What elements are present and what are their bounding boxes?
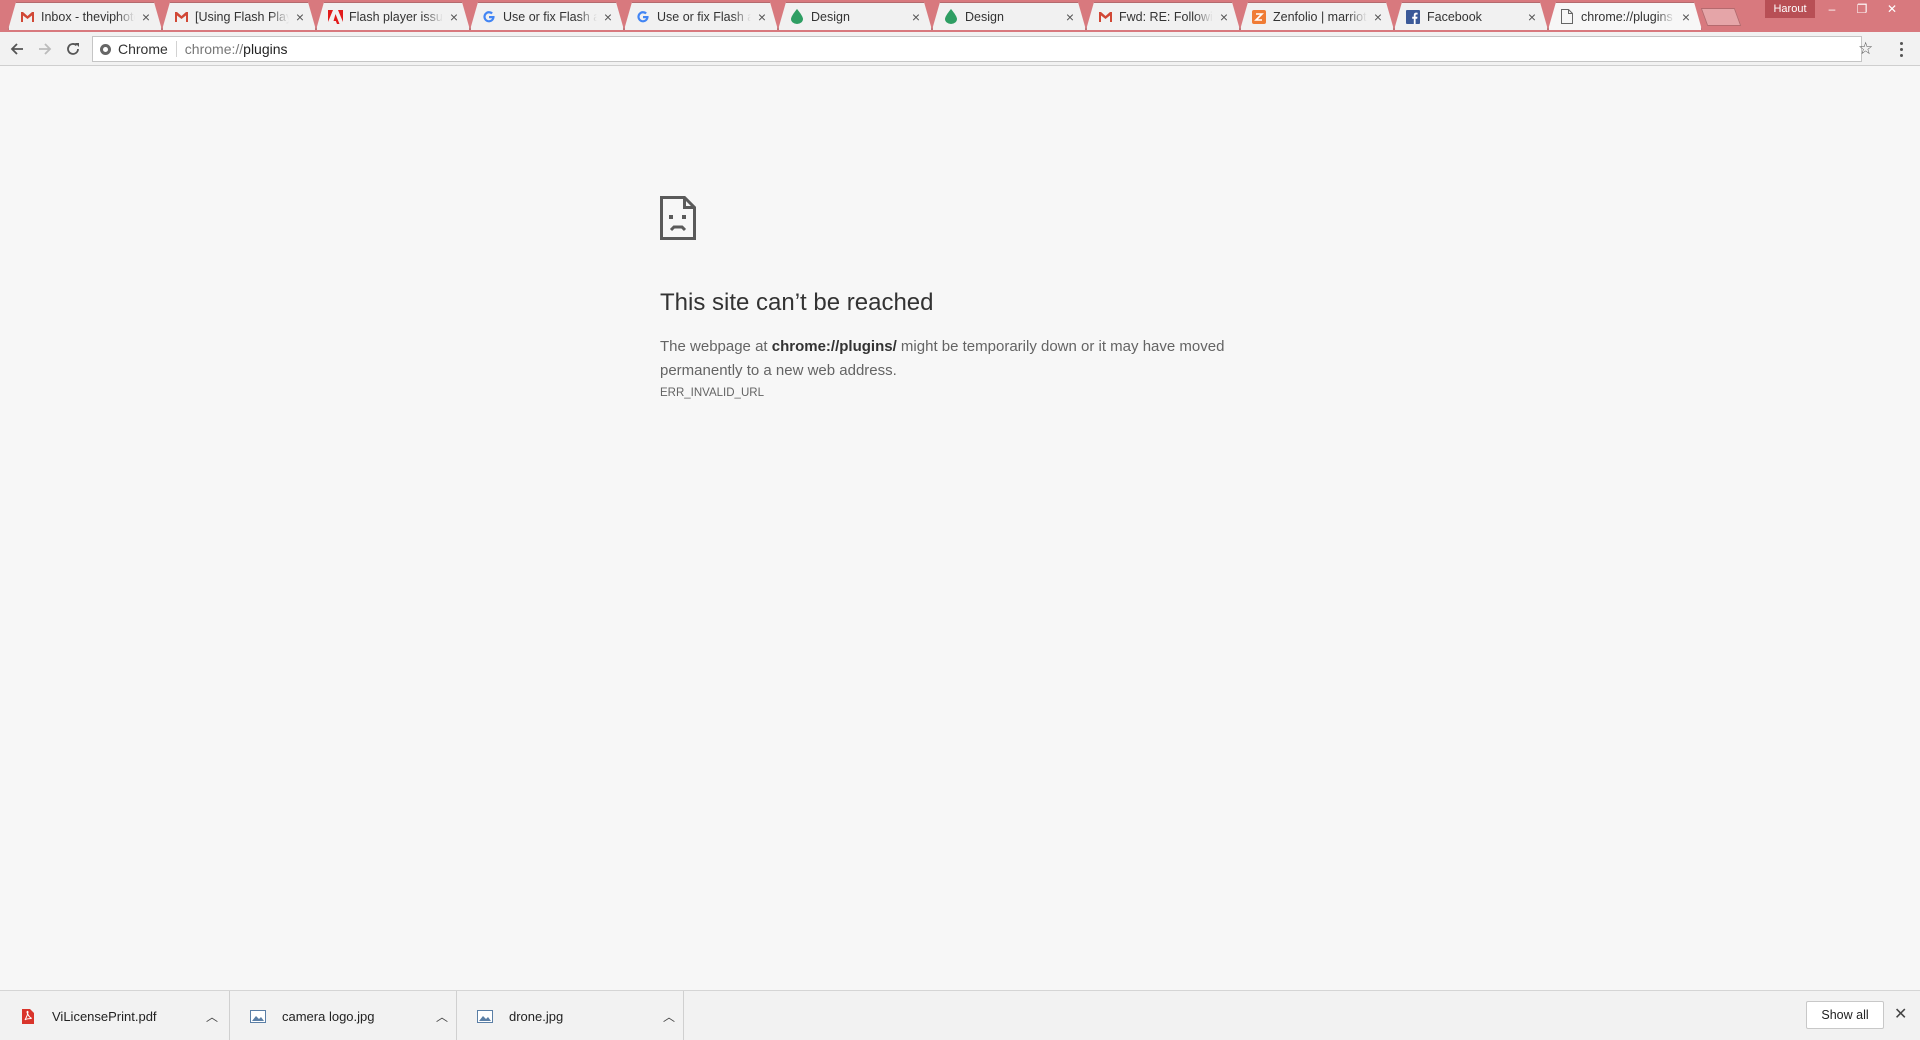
close-tab-icon[interactable]: × (139, 10, 153, 24)
sad-page-icon (660, 196, 696, 240)
close-tab-icon[interactable]: × (1679, 10, 1693, 24)
google-icon (635, 9, 651, 25)
image-icon (250, 1008, 266, 1024)
tab[interactable]: Design × (932, 2, 1086, 30)
security-chip[interactable]: Chrome (93, 41, 177, 57)
tab[interactable]: Design × (778, 2, 932, 30)
page-icon (1559, 9, 1575, 25)
error-host: chrome://plugins/ (771, 338, 897, 355)
download-shelf: ViLicensePrint.pdf ︿ camera logo.jpg ︿ d… (0, 990, 1920, 1040)
error-title: This site can’t be reached (660, 289, 934, 316)
tab[interactable]: Zenfolio | marriot × (1240, 2, 1394, 30)
image-icon (477, 1008, 493, 1024)
tab-title: Facebook (1427, 9, 1482, 24)
drop-icon (789, 9, 805, 25)
close-tab-icon[interactable]: × (601, 10, 615, 24)
error-message: The webpage at chrome://plugins/ might b… (660, 338, 1225, 379)
new-tab-button[interactable] (1700, 8, 1742, 26)
show-all-button[interactable]: Show all (1806, 1001, 1884, 1029)
url-host: plugins (243, 41, 288, 57)
close-window-icon[interactable]: ✕ (1877, 0, 1907, 22)
security-chip-label: Chrome (118, 41, 168, 57)
tab-title: Fwd: RE: Followin (1119, 9, 1213, 24)
tab-title: chrome://plugins (1581, 9, 1673, 24)
download-filename: drone.jpg (509, 1008, 564, 1024)
gmail-icon (19, 9, 35, 25)
toolbar: Chrome chrome://plugins ☆ (0, 32, 1920, 66)
bookmark-star-icon[interactable]: ☆ (1858, 39, 1873, 59)
tab-title: Inbox - theviphoto (41, 9, 135, 24)
tab-title: [Using Flash Player (195, 9, 287, 24)
tab[interactable]: Fwd: RE: Followin × (1086, 2, 1240, 30)
close-tab-icon[interactable]: × (447, 10, 461, 24)
close-tab-icon[interactable]: × (1525, 10, 1539, 24)
google-icon (481, 9, 497, 25)
tab-title: Design (811, 9, 850, 24)
chevron-up-icon[interactable]: ︿ (432, 1008, 452, 1025)
adobe-icon (327, 9, 343, 25)
tab-strip: Inbox - theviphoto × [Using Flash Player… (0, 0, 1920, 32)
close-tab-icon[interactable]: × (755, 10, 769, 24)
close-tab-icon[interactable]: × (293, 10, 307, 24)
download-filename: ViLicensePrint.pdf (52, 1008, 157, 1024)
tab-list: Inbox - theviphoto × [Using Flash Player… (8, 0, 1742, 32)
forward-button[interactable] (34, 38, 56, 60)
tab-active[interactable]: chrome://plugins × (1548, 2, 1702, 30)
pdf-icon (20, 1008, 36, 1024)
tab[interactable]: Facebook × (1394, 2, 1548, 30)
tab-title: Use or fix Flash a (503, 9, 597, 24)
menu-button[interactable] (1894, 39, 1908, 59)
back-button[interactable] (6, 38, 28, 60)
forward-arrow-icon (39, 43, 52, 55)
error-page: This site can’t be reached The webpage a… (660, 196, 1280, 399)
tab[interactable]: [Using Flash Player × (162, 2, 316, 30)
url-scheme: chrome:// (184, 41, 244, 57)
reload-icon (67, 43, 79, 55)
minimize-icon[interactable]: – (1817, 0, 1847, 22)
close-tab-icon[interactable]: × (909, 10, 923, 24)
zenfolio-icon (1251, 9, 1267, 25)
restore-icon[interactable]: ❐ (1847, 0, 1877, 22)
facebook-icon (1405, 9, 1421, 25)
drop-icon (943, 9, 959, 25)
tab[interactable]: Use or fix Flash a × (624, 2, 778, 30)
download-item[interactable]: drone.jpg ︿ (457, 991, 684, 1040)
profile-button[interactable]: Harout (1765, 0, 1815, 18)
tab-title: Flash player issue (349, 9, 443, 24)
download-item[interactable]: camera logo.jpg ︿ (230, 991, 457, 1040)
download-filename: camera logo.jpg (282, 1008, 375, 1024)
tab-title: Use or fix Flash a (657, 9, 751, 24)
tab[interactable]: Flash player issue × (316, 2, 470, 30)
close-shelf-icon[interactable]: ✕ (1894, 1005, 1907, 1025)
gmail-icon (1097, 9, 1113, 25)
address-bar[interactable]: Chrome chrome://plugins (92, 36, 1862, 62)
close-tab-icon[interactable]: × (1217, 10, 1231, 24)
chrome-icon (100, 43, 111, 55)
close-tab-icon[interactable]: × (1063, 10, 1077, 24)
url-text[interactable]: chrome://plugins (177, 41, 288, 57)
tab-title: Zenfolio | marriot (1273, 9, 1367, 24)
tab[interactable]: Use or fix Flash a × (470, 2, 624, 30)
chevron-up-icon[interactable]: ︿ (659, 1008, 679, 1025)
tab[interactable]: Inbox - theviphoto × (8, 2, 162, 30)
chevron-up-icon[interactable]: ︿ (202, 1008, 222, 1025)
tab-title: Design (965, 9, 1004, 24)
close-tab-icon[interactable]: × (1371, 10, 1385, 24)
error-code: ERR_INVALID_URL (660, 387, 764, 399)
reload-button[interactable] (62, 38, 84, 60)
back-arrow-icon (10, 43, 23, 55)
download-item[interactable]: ViLicensePrint.pdf ︿ (0, 991, 230, 1040)
gmail-icon (173, 9, 189, 25)
